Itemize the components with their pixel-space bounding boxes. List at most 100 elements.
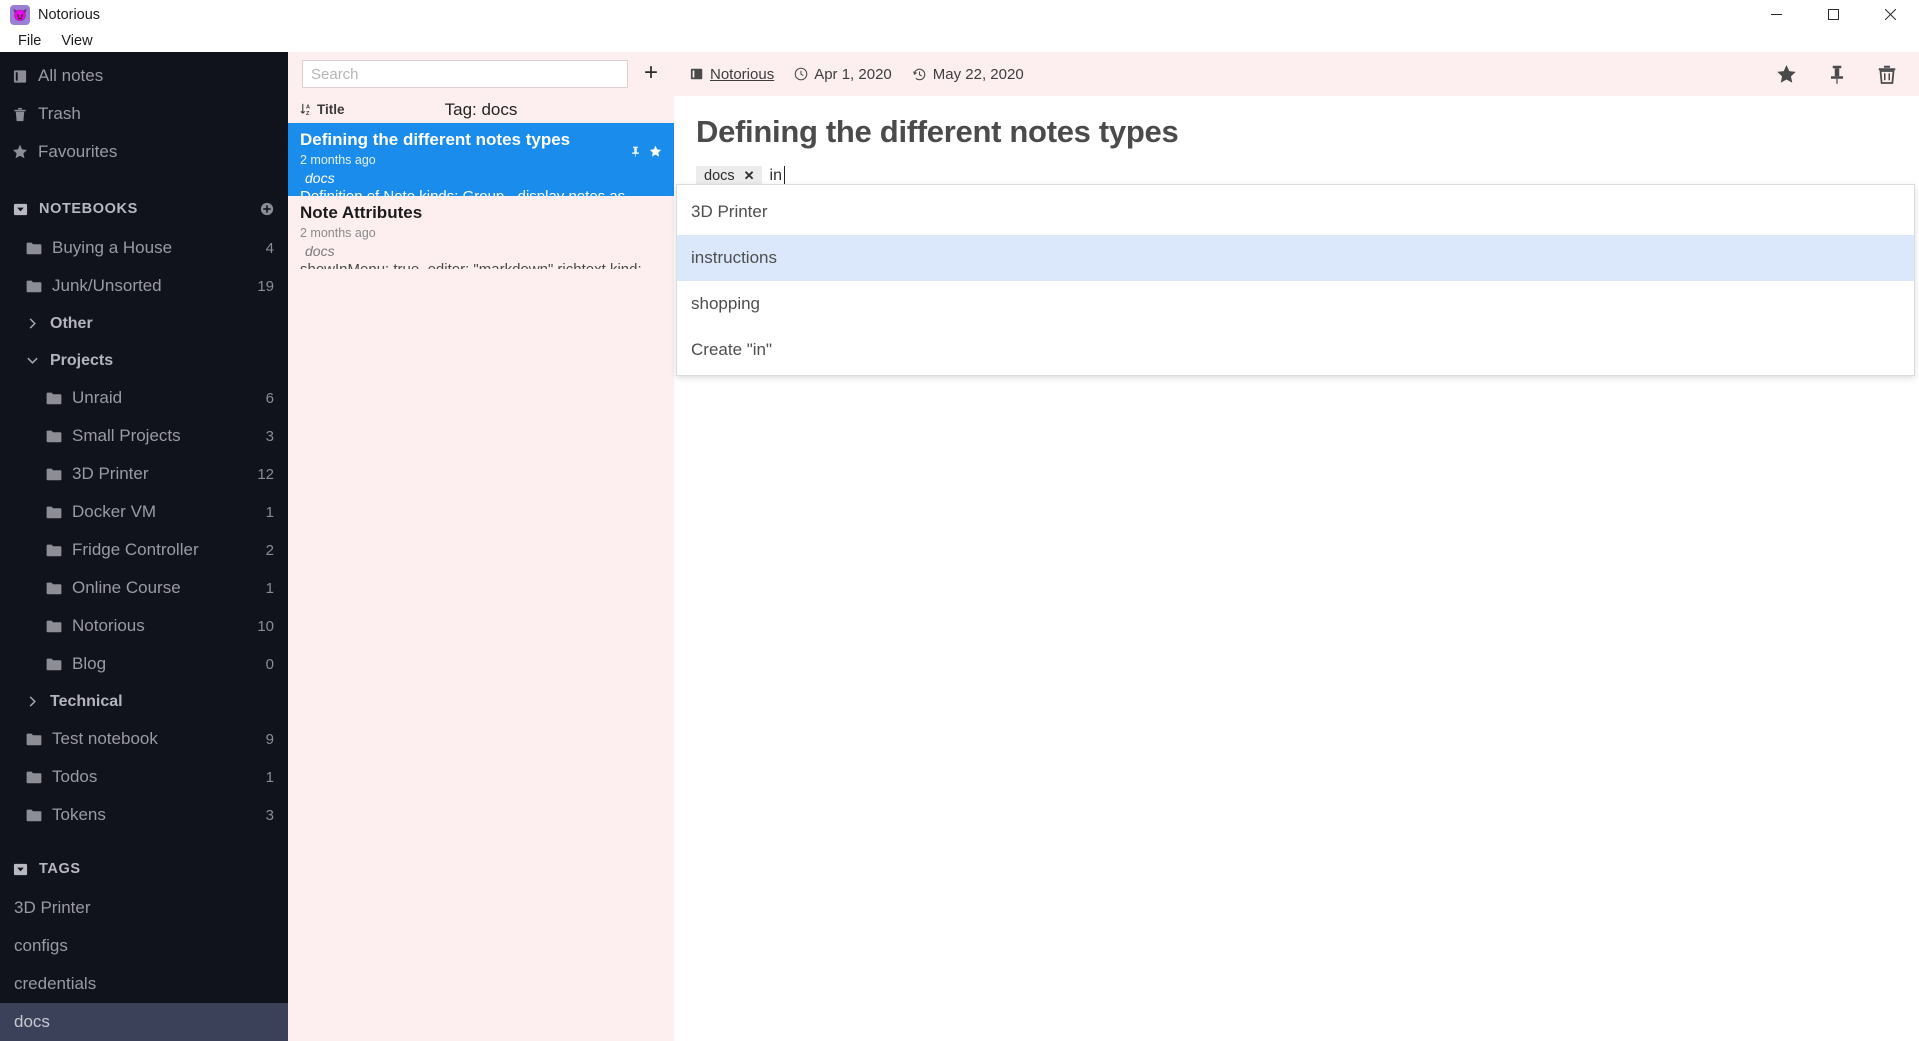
delete-button[interactable] [1877, 64, 1897, 85]
folder-icon [44, 430, 64, 443]
sidebar-label: Trash [38, 104, 81, 123]
sidebar-notebook-label: Junk/Unsorted [52, 276, 162, 295]
tag-option-label: shopping [691, 294, 761, 313]
chevron-down-icon [26, 354, 44, 367]
sidebar-section-label: TAGS [39, 861, 81, 877]
notebook-count: 2 [265, 541, 274, 559]
tag-option-3d-printer[interactable]: 3D Printer [677, 189, 1914, 235]
sidebar-section-label: NOTEBOOKS [39, 201, 138, 217]
svg-text:Z: Z [306, 111, 310, 116]
editor-created: Apr 1, 2020 [794, 66, 892, 83]
tag-chip-label: docs [704, 167, 735, 184]
notebook-count: 4 [265, 239, 274, 257]
tag-input[interactable]: in [770, 166, 786, 185]
sidebar-group-technical[interactable]: Technical [0, 683, 288, 720]
editor-toolbar: Notorious Apr 1, 2020 May 22, 2020 [674, 52, 1919, 96]
sidebar-notebook-junk-unsorted[interactable]: Junk/Unsorted 19 [0, 267, 288, 305]
pin-button[interactable] [1827, 64, 1847, 85]
sidebar-notebook-label: Buying a House [52, 238, 173, 257]
note-list-panel: + AZ Title Tag: docs Defining the differ… [288, 52, 674, 1041]
note-list-item[interactable]: Note Attributes 2 months ago docsshowInMen… [288, 196, 674, 269]
editor-notebook-label[interactable]: Notorious [710, 66, 774, 83]
add-note-button[interactable]: + [640, 60, 662, 88]
sidebar-notebook-notorious[interactable]: Notorious 10 [0, 607, 288, 645]
filter-label: Tag: docs [444, 99, 518, 119]
sidebar-notebook-label: Blog [72, 654, 107, 673]
sidebar-group-label: Projects [50, 351, 114, 369]
sidebar-item-all-notes[interactable]: All notes [0, 57, 288, 95]
note-list-item[interactable]: Defining the different notes types 2 mont… [288, 123, 674, 196]
sidebar-notebook-blog[interactable]: Blog 0 [0, 645, 288, 683]
menu-view[interactable]: View [51, 31, 102, 51]
notebook-count: 9 [265, 730, 274, 748]
minimize-button[interactable] [1748, 0, 1805, 29]
note-item-date: 2 months ago [300, 226, 376, 240]
folder-icon [44, 582, 64, 595]
notebook-count: 3 [265, 427, 274, 445]
sidebar-notebook-small-projects[interactable]: Small Projects 3 [0, 417, 288, 455]
editor-panel: Notorious Apr 1, 2020 May 22, 2020 Defin… [674, 52, 1919, 1041]
editor-modified-date: May 22, 2020 [932, 65, 1024, 83]
tag-option-label: instructions [691, 248, 777, 267]
sidebar-notebook-3d-printer[interactable]: 3D Printer 12 [0, 455, 288, 493]
folder-icon [44, 620, 64, 633]
sidebar-tag-label: 3D Printer [14, 898, 91, 917]
trash-icon [10, 107, 30, 122]
sidebar-group-projects[interactable]: Projects [0, 342, 288, 379]
sidebar-tag-credentials[interactable]: credentials [0, 965, 288, 1003]
folder-icon [44, 506, 64, 519]
notebook-count: 10 [257, 617, 274, 635]
sidebar: All notes Trash Favourites NOTEBOOKS Buy… [0, 52, 288, 1041]
sidebar-section-tags[interactable]: TAGS [0, 849, 288, 889]
tag-autocomplete-dropdown: 3D Printer instructions shopping Create "in… [676, 184, 1915, 376]
close-button[interactable] [1862, 0, 1919, 29]
sidebar-notebook-fridge-controller[interactable]: Fridge Controller 2 [0, 531, 288, 569]
sidebar-notebook-test-notebook[interactable]: Test notebook 9 [0, 720, 288, 758]
folder-icon [44, 544, 64, 557]
tag-option-instructions[interactable]: instructions [677, 235, 1914, 281]
plus-circle-icon[interactable] [260, 202, 274, 216]
notebook-count: 6 [265, 389, 274, 407]
menubar: File View [0, 29, 1919, 52]
sidebar-notebook-unraid[interactable]: Unraid 6 [0, 379, 288, 417]
sidebar-tag-docs[interactable]: docs [0, 1003, 288, 1041]
sidebar-notebook-buying-a-house[interactable]: Buying a House 4 [0, 229, 288, 267]
notebook-list: Buying a House 4 Junk/Unsorted 19 Other Proje… [0, 229, 288, 834]
tag-option-shopping[interactable]: shopping [677, 281, 1914, 327]
sidebar-notebook-online-course[interactable]: Online Course 1 [0, 569, 288, 607]
sort-alpha-down-icon: AZ [300, 103, 313, 116]
sidebar-label: All notes [38, 66, 104, 85]
sidebar-tag-configs[interactable]: configs [0, 927, 288, 965]
folder-icon [24, 242, 44, 255]
sidebar-notebook-tokens[interactable]: Tokens 3 [0, 796, 288, 834]
sidebar-item-trash[interactable]: Trash [0, 95, 288, 133]
sidebar-tag-3d-printer[interactable]: 3D Printer [0, 889, 288, 927]
chevron-right-icon [26, 695, 44, 708]
editor-created-date: Apr 1, 2020 [814, 65, 892, 83]
sidebar-notebook-label: Unraid [72, 388, 123, 407]
editor-actions [1776, 64, 1897, 85]
note-item-tag: docs [305, 243, 335, 259]
maximize-button[interactable] [1805, 0, 1862, 29]
note-item-marks [630, 145, 662, 158]
sidebar-notebook-label: Online Course [72, 578, 181, 597]
editor-notebook[interactable]: Notorious [690, 66, 774, 83]
sidebar-section-notebooks[interactable]: NOTEBOOKS [0, 189, 288, 229]
note-list-header: AZ Title Tag: docs [288, 96, 674, 123]
close-icon[interactable]: ✕ [744, 168, 755, 184]
note-title[interactable]: Defining the different notes types [696, 114, 1919, 150]
sidebar-tag-label: credentials [14, 974, 97, 993]
sidebar-group-other[interactable]: Other [0, 305, 288, 342]
sort-control[interactable]: AZ Title [300, 102, 345, 117]
clock-icon [794, 67, 808, 81]
sidebar-notebook-todos[interactable]: Todos 1 [0, 758, 288, 796]
star-icon [10, 144, 30, 160]
search-input[interactable] [302, 60, 628, 88]
chevron-right-icon [26, 317, 44, 330]
menu-file[interactable]: File [8, 31, 51, 51]
sidebar-notebook-docker-vm[interactable]: Docker VM 1 [0, 493, 288, 531]
favourite-button[interactable] [1776, 64, 1797, 85]
sidebar-item-favourites[interactable]: Favourites [0, 133, 288, 171]
tag-option-create-in-[interactable]: Create "in" [677, 327, 1914, 373]
tag-list: 3D Printer configs credentials docs [0, 889, 288, 1041]
